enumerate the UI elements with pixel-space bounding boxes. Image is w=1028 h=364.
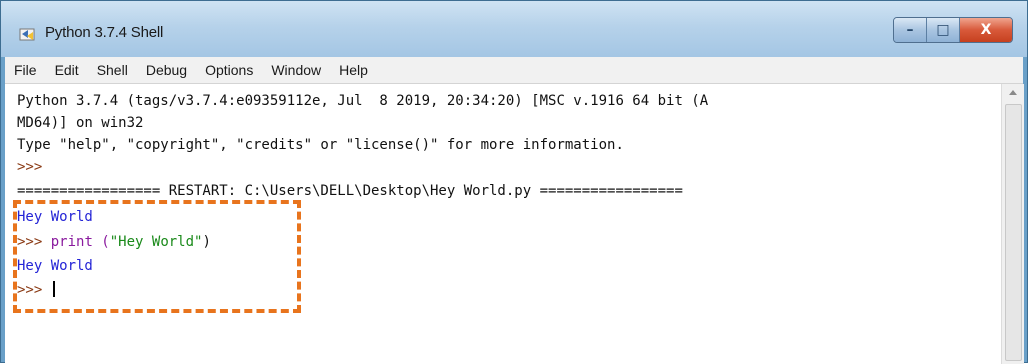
idle-shell-window: Python 3.7.4 Shell – □ X File Edit Shell…: [0, 0, 1028, 364]
banner-line-3: Type "help", "copyright", "credits" or "…: [17, 137, 624, 153]
title-bar[interactable]: Python 3.7.4 Shell – □ X: [1, 1, 1027, 57]
window-controls: – □ X: [893, 17, 1013, 43]
menu-window[interactable]: Window: [262, 62, 330, 78]
close-button[interactable]: X: [960, 18, 1012, 42]
minimize-button[interactable]: –: [894, 18, 927, 42]
vertical-scrollbar[interactable]: [1001, 84, 1024, 364]
menu-bar: File Edit Shell Debug Options Window Hel…: [5, 57, 1023, 84]
menu-file[interactable]: File: [5, 62, 46, 78]
menu-edit[interactable]: Edit: [46, 62, 88, 78]
menu-help[interactable]: Help: [330, 62, 377, 78]
menu-debug[interactable]: Debug: [137, 62, 196, 78]
scroll-thumb[interactable]: [1005, 104, 1022, 361]
restart-line: ================= RESTART: C:\Users\DELL…: [17, 183, 683, 199]
python-icon: [19, 28, 35, 41]
banner-line-1: Python 3.7.4 (tags/v3.7.4:e09359112e, Ju…: [17, 93, 709, 109]
menu-options[interactable]: Options: [196, 62, 262, 78]
shell-prompt: >>>: [17, 159, 43, 175]
highlight-annotation-box: [13, 200, 301, 313]
banner-line-2: MD64)] on win32: [17, 115, 144, 131]
window-title: Python 3.7.4 Shell: [45, 24, 164, 41]
menu-shell[interactable]: Shell: [88, 62, 137, 78]
scroll-up-arrow-icon[interactable]: [1009, 90, 1017, 95]
maximize-button[interactable]: □: [927, 18, 960, 42]
